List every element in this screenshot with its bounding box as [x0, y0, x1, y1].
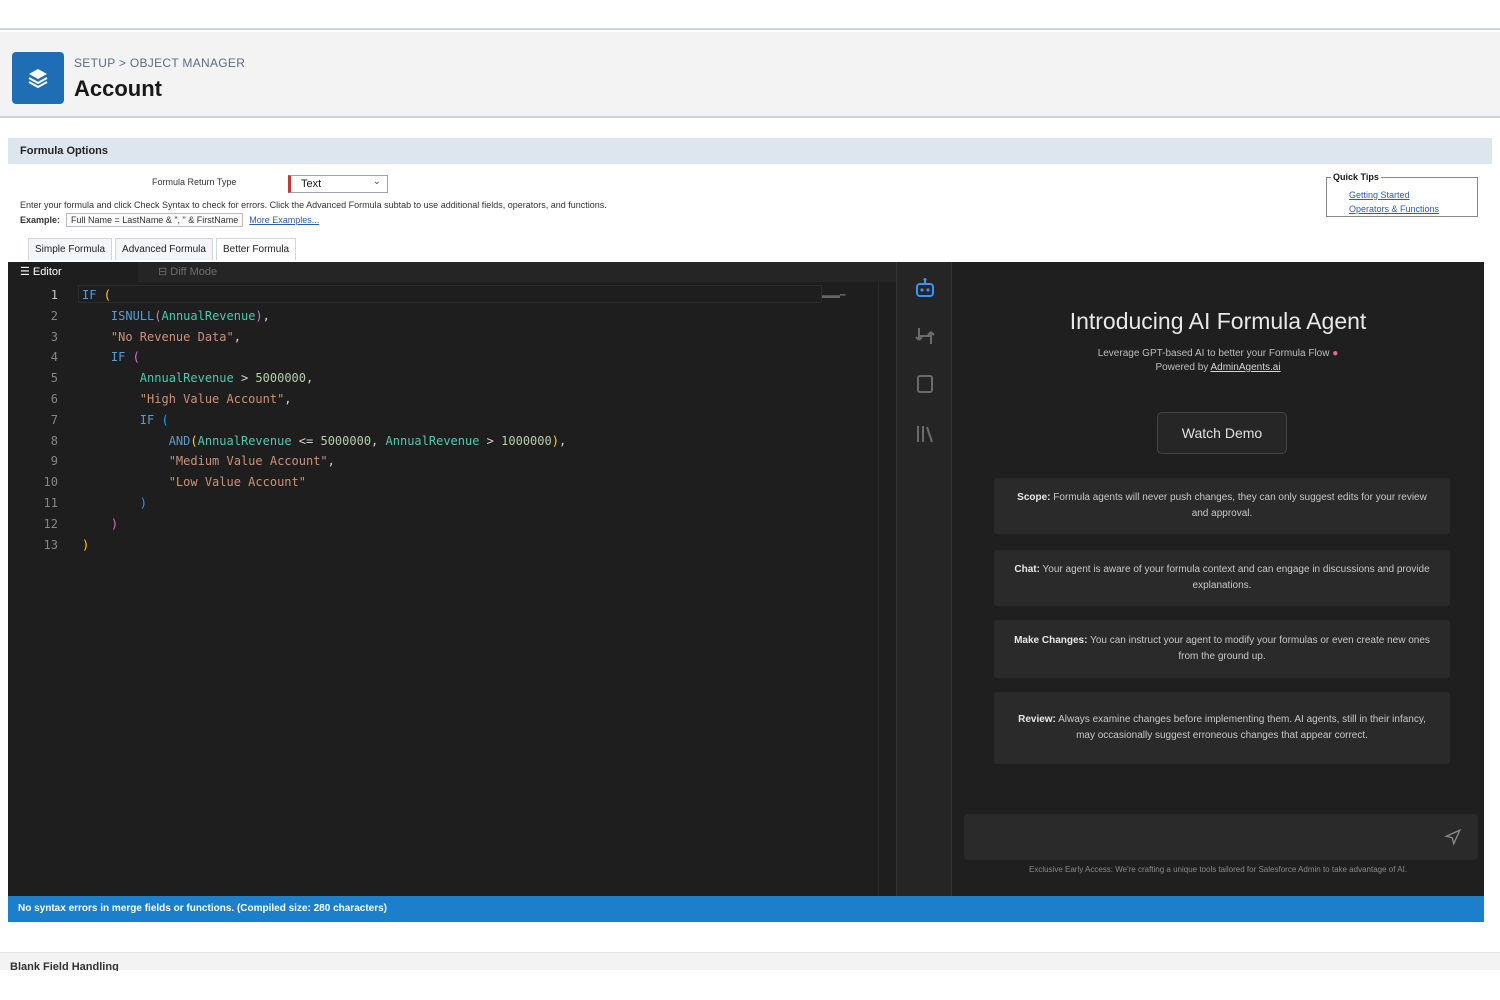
- getting-started-link[interactable]: Getting Started: [1349, 190, 1410, 200]
- return-type-select[interactable]: Text ⌄: [288, 175, 388, 193]
- code-line: 6 "High Value Account",: [50, 391, 292, 406]
- more-examples-link[interactable]: More Examples...: [249, 215, 319, 225]
- send-icon[interactable]: [1444, 828, 1462, 851]
- example-row: Example: Full Name = LastName & ", " & F…: [20, 213, 319, 227]
- return-type-value: Text: [301, 178, 322, 190]
- code-editor[interactable]: ☰ Editor ⊟ Diff Mode ▬▬━ 1 IF ( 2 ISNULL(…: [8, 262, 896, 896]
- operators-functions-link[interactable]: Operators & Functions: [1349, 204, 1439, 214]
- blank-field-handling-title: Blank Field Handling: [10, 961, 119, 971]
- tab-better-formula[interactable]: Better Formula: [215, 238, 297, 260]
- agent-activity-bar: [896, 262, 952, 896]
- example-label: Example:: [20, 215, 61, 225]
- code-line: 12 ): [43, 516, 119, 531]
- minimap: ▬▬━: [822, 290, 846, 300]
- formula-options-header: Formula Options: [8, 138, 1492, 164]
- quick-tips-box: Quick Tips Getting Started Operators & F…: [1326, 172, 1478, 217]
- code-line: 2 ISNULL(AnnualRevenue),: [50, 308, 270, 323]
- code-line: 10 "Low Value Account": [43, 475, 306, 490]
- code-line: 3 "No Revenue Data",: [50, 329, 241, 344]
- code-line: 8 AND(AnnualRevenue <= 5000000, AnnualRe…: [50, 433, 567, 448]
- tab-advanced-formula[interactable]: Advanced Formula: [115, 238, 213, 260]
- editor-scrollbar[interactable]: [878, 282, 896, 896]
- tab-simple-formula[interactable]: Simple Formula: [28, 238, 113, 260]
- example-code: Full Name = LastName & ", " & FirstName: [66, 213, 244, 227]
- info-card-make-changes: Make Changes: You can instruct your agen…: [994, 620, 1450, 678]
- code-line: 11 ): [43, 495, 148, 510]
- current-line-highlight: [78, 285, 822, 303]
- formula-tabs: Simple Formula Advanced Formula Better F…: [28, 238, 297, 260]
- editor-tab-bar: ☰ Editor ⊟ Diff Mode: [8, 262, 896, 282]
- code-lines: 1 IF ( 2 ISNULL(AnnualRevenue), 3 "No Rev…: [8, 285, 567, 555]
- formula-editor-container: ☰ Editor ⊟ Diff Mode ▬▬━ 1 IF ( 2 ISNULL(…: [8, 262, 1484, 896]
- code-line: 4 IF (: [50, 350, 140, 365]
- ai-agent-panel: Introducing AI Formula Agent Leverage GP…: [952, 262, 1484, 896]
- tab-editor[interactable]: ☰ Editor: [20, 265, 62, 278]
- agent-title: Introducing AI Formula Agent: [1069, 308, 1367, 334]
- robot-icon[interactable]: [913, 276, 937, 300]
- code-line: 7 IF (: [50, 412, 169, 427]
- early-access-disclaimer: Exclusive Early Access: We're crafting a…: [1028, 865, 1408, 874]
- compare-icon[interactable]: [913, 324, 937, 348]
- code-line: 1 IF (: [50, 288, 111, 302]
- syntax-status-bar: No syntax errors in merge fields or func…: [8, 896, 1484, 922]
- admin-agents-link[interactable]: AdminAgents.ai: [1211, 362, 1281, 373]
- code-line: 13): [43, 537, 90, 552]
- quick-tips-title: Quick Tips: [1331, 172, 1381, 182]
- library-icon[interactable]: [913, 422, 937, 446]
- info-card-chat: Chat: Your agent is aware of your formul…: [994, 550, 1450, 606]
- watch-demo-button[interactable]: Watch Demo: [1157, 412, 1287, 454]
- code-line: 5 AnnualRevenue > 5000000,: [50, 371, 314, 386]
- chevron-down-icon: ⌄: [372, 176, 381, 187]
- document-icon[interactable]: [913, 372, 937, 396]
- formula-instructions: Enter your formula and click Check Synta…: [20, 200, 607, 210]
- blank-field-handling-header: Blank Field Handling: [0, 952, 1500, 971]
- info-card-review: Review: Always examine changes before im…: [994, 692, 1450, 764]
- return-type-label: Formula Return Type: [152, 177, 237, 187]
- layers-icon: [12, 52, 64, 104]
- tab-diff-mode[interactable]: ⊟ Diff Mode: [158, 265, 217, 278]
- agent-subtitle: Leverage GPT-based AI to better your For…: [1097, 348, 1339, 359]
- agent-chat-input[interactable]: [964, 814, 1478, 860]
- powered-by: Powered by AdminAgents.ai: [1155, 362, 1281, 373]
- top-band: [0, 0, 1500, 30]
- breadcrumb[interactable]: SETUP > OBJECT MANAGER: [74, 56, 245, 70]
- page-title: Account: [74, 76, 162, 101]
- code-line: 9 "Medium Value Account",: [50, 454, 335, 469]
- brain-icon: ●: [1332, 348, 1339, 359]
- page-header: SETUP > OBJECT MANAGER Account: [0, 32, 1500, 118]
- info-card-scope: Scope: Formula agents will never push ch…: [994, 478, 1450, 534]
